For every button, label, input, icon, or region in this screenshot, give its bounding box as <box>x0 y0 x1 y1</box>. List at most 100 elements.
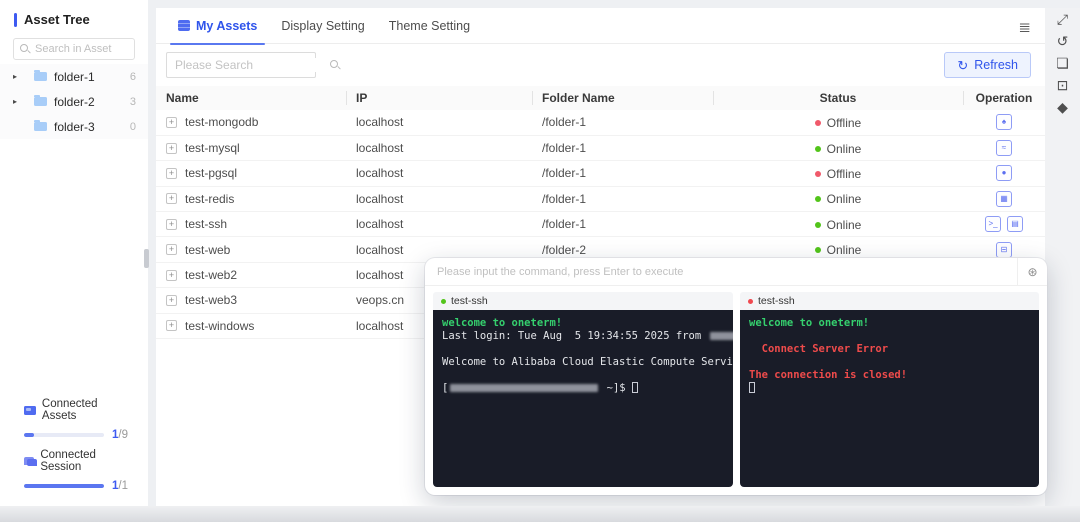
status-badge: Online <box>815 192 862 206</box>
tree-item-count: 0 <box>130 121 136 133</box>
progress-fill <box>24 484 104 488</box>
table-row[interactable]: +test-redislocalhost/folder-1Online▦ <box>156 186 1045 211</box>
terminal-line: The connection is closed! <box>749 369 1030 382</box>
table-row[interactable]: +test-sshlocalhost/folder-1Online>_▤ <box>156 212 1045 237</box>
page: Asset Tree ▸folder-16▸folder-23folder-30… <box>0 0 1080 522</box>
tree-item-folder-2[interactable]: ▸ folder-23 <box>0 89 148 114</box>
status-badge: Online <box>815 243 862 257</box>
pgsql-connect-icon[interactable]: ● <box>996 165 1012 181</box>
cell-status: Online <box>713 212 963 237</box>
terminal-tab[interactable]: test-ssh <box>433 292 733 310</box>
cell-name: + test-windows <box>156 313 346 338</box>
status-badge: Offline <box>815 167 861 181</box>
table-search-input[interactable] <box>175 58 330 72</box>
table-toolbar: ↻ Refresh <box>156 44 1045 84</box>
asset-tree-sidebar: Asset Tree ▸folder-16▸folder-23folder-30… <box>0 0 148 506</box>
cell-operation: ● <box>963 161 1045 186</box>
terminal-tab[interactable]: test-ssh <box>740 292 1039 310</box>
tree-item-folder-1[interactable]: ▸folder-16 <box>0 64 148 89</box>
asset-name: test-mongodb <box>185 115 258 129</box>
cell-name: +test-web3 <box>156 288 346 313</box>
tree-item-count: 6 <box>130 71 136 83</box>
command-input[interactable] <box>425 266 1017 278</box>
cell-ip: localhost <box>346 212 532 237</box>
redis-connect-icon[interactable]: ▦ <box>996 191 1012 207</box>
column-header-status: Status <box>713 86 963 110</box>
mysql-connect-icon[interactable]: ≈ <box>996 140 1012 156</box>
table-row[interactable]: +test-pgsqllocalhost/folder-1Offline● <box>156 161 1045 186</box>
expand-row-icon[interactable]: + <box>166 219 177 230</box>
terminal-panes: test-ssh welcome to oneterm!Last login: T… <box>425 286 1047 495</box>
table-row[interactable]: +test-mysqllocalhost/folder-1Online≈ <box>156 135 1045 160</box>
name-wrap: + test-mysql <box>166 141 346 155</box>
expand-row-icon[interactable]: + <box>166 270 177 281</box>
search-icon <box>330 60 340 70</box>
asset-name: test-windows <box>185 319 254 333</box>
cell-status: Offline <box>713 110 963 135</box>
expand-row-icon[interactable]: + <box>166 193 177 204</box>
column-settings-icon[interactable]: ≣ <box>1018 18 1031 36</box>
terminal-line: [ ~]$ <box>442 382 724 395</box>
tree-caret-icon[interactable]: ▸ <box>8 97 22 106</box>
terminal-line <box>749 382 1030 395</box>
expand-row-icon[interactable]: + <box>166 244 177 255</box>
cell-folder: /folder-1 <box>532 110 713 135</box>
tree-item-count: 3 <box>130 96 136 108</box>
stat-label-text: Connected Session <box>40 449 134 473</box>
name-wrap: +test-web <box>166 243 346 257</box>
telnet-connect-icon[interactable]: ▤ <box>1007 216 1023 232</box>
fullscreen-icon[interactable]: ⤢ <box>1045 8 1080 30</box>
name-wrap: + test-windows <box>166 319 346 333</box>
display-settings-icon[interactable]: ⊡ <box>1045 74 1080 96</box>
asset-name: test-mysql <box>185 141 240 155</box>
asset-search-input[interactable] <box>35 43 125 55</box>
status-dot <box>815 247 821 253</box>
expand-row-icon[interactable]: + <box>166 117 177 128</box>
title-accent-bar <box>14 13 17 27</box>
status-badge: Online <box>815 218 862 232</box>
cell-status: Online <box>713 135 963 160</box>
terminal-screen[interactable]: welcome to oneterm!Last login: Tue Aug 5… <box>433 310 733 487</box>
status-badge: Offline <box>815 116 861 130</box>
name-wrap: +test-redis <box>166 192 346 206</box>
tab-theme-setting[interactable]: Theme Setting <box>377 8 482 44</box>
tab-my-assets[interactable]: My Assets <box>166 8 269 44</box>
table-row[interactable]: +test-mongodblocalhost/folder-1Offline♠ <box>156 110 1045 135</box>
tab-display-setting[interactable]: Display Setting <box>269 8 376 44</box>
terminal-text: Connect Server Error <box>749 343 888 355</box>
sidebar-resize-handle[interactable] <box>144 249 149 268</box>
cell-operation: >_ ▤ <box>963 212 1045 237</box>
asset-search-box[interactable] <box>13 38 135 60</box>
terminal-tab-label: test-ssh <box>758 295 795 307</box>
redacted-text <box>710 332 733 340</box>
expand-row-icon[interactable]: + <box>166 320 177 331</box>
status-badge: Online <box>815 142 862 156</box>
expand-row-icon[interactable]: + <box>166 295 177 306</box>
cell-ip: localhost <box>346 161 532 186</box>
terminal-text: welcome to oneterm! <box>749 317 869 329</box>
bottom-band <box>0 506 1080 522</box>
web-connect-icon[interactable]: ⊟ <box>996 242 1012 258</box>
terminal-overlay: ⊛ test-ssh welcome to oneterm!Last login:… <box>425 258 1047 495</box>
terminal-screen[interactable]: welcome to oneterm! Connect Server Error… <box>740 310 1039 487</box>
mongodb-connect-icon[interactable]: ♠ <box>996 114 1012 130</box>
theme-bucket-icon[interactable]: ◆ <box>1045 96 1080 118</box>
broadcast-input-icon[interactable]: ⊛ <box>1017 258 1047 286</box>
terminal-tab-label: test-ssh <box>451 295 488 307</box>
expand-row-icon[interactable]: + <box>166 168 177 179</box>
terminal-window-icon[interactable]: ❏ <box>1045 52 1080 74</box>
status-text: Online <box>827 218 862 232</box>
history-icon[interactable]: ↺ <box>1045 30 1080 52</box>
tree-caret-icon[interactable]: ▸ <box>8 72 22 81</box>
progress-fill <box>24 433 34 437</box>
progress-track <box>24 433 104 437</box>
ssh-connect-icon[interactable]: >_ <box>985 216 1001 232</box>
table-search-box[interactable] <box>166 52 316 78</box>
expand-row-icon[interactable]: + <box>166 143 177 154</box>
progress-row: 1/1 <box>24 480 134 492</box>
refresh-button[interactable]: ↻ Refresh <box>944 52 1031 78</box>
stat-label: Connected Assets <box>24 398 134 422</box>
tree-item-folder-3[interactable]: folder-30 <box>0 114 148 139</box>
tree-item-label: folder-2 <box>54 95 130 109</box>
command-bar: ⊛ <box>425 258 1047 286</box>
